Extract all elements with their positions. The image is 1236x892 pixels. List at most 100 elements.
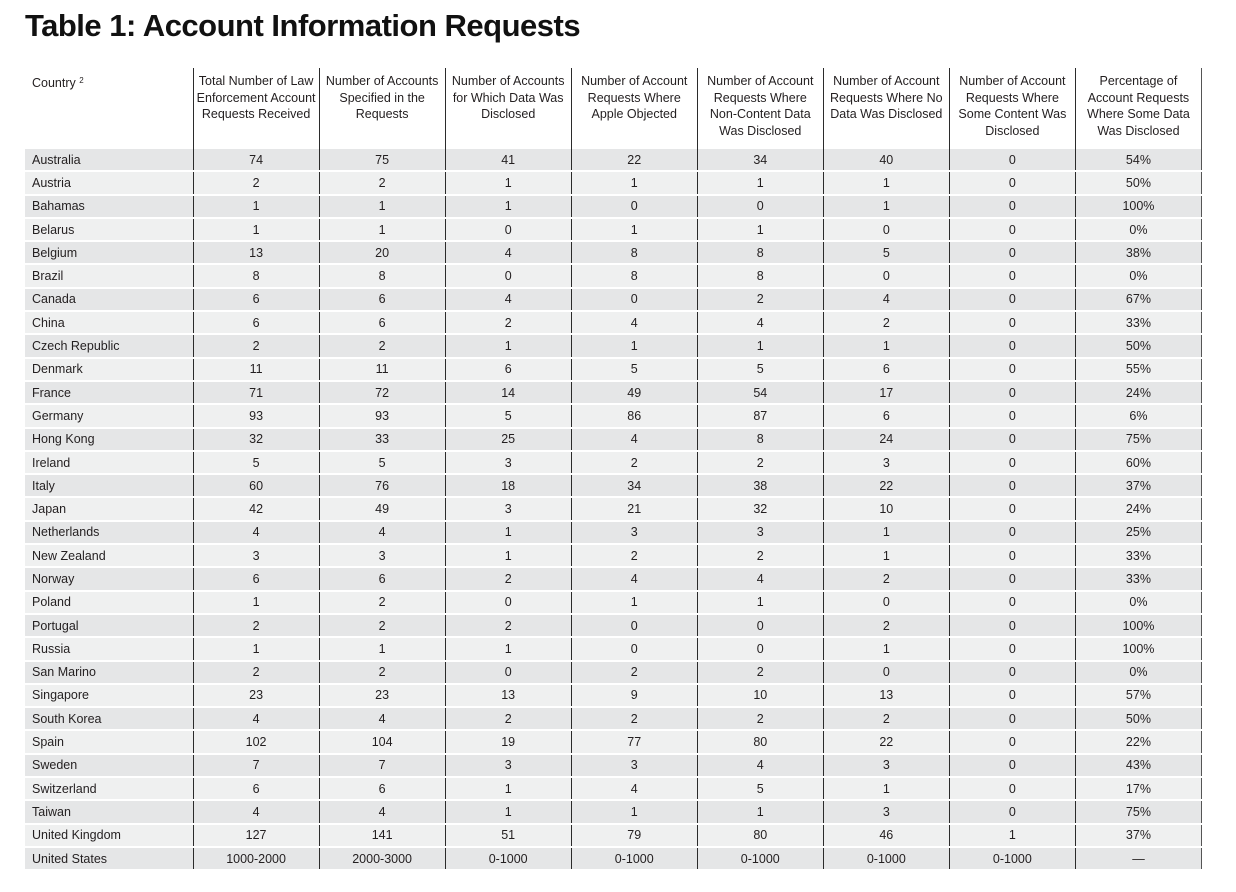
cell-some-content-disclosed: 0 [948, 660, 1076, 685]
cell-percentage-disclosed: 0% [1074, 590, 1203, 615]
cell-accounts-disclosed: 51 [444, 823, 572, 848]
cell-percentage-disclosed: 24% [1074, 380, 1203, 406]
cell-accounts-specified: 20 [318, 241, 446, 266]
cell-some-content-disclosed: 0 [948, 730, 1076, 755]
table-row: Taiwan 4 4 1 1 1 3 0 75% [25, 800, 1203, 825]
cell-accounts-disclosed: 4 [444, 241, 572, 266]
table-row: Spain 102 104 19 77 80 22 0 22% [25, 730, 1203, 755]
cell-no-data-disclosed: 1 [822, 777, 950, 802]
cell-total-requests: 4 [192, 520, 320, 546]
column-header-label: Country [32, 76, 76, 90]
cell-percentage-disclosed: 33% [1074, 544, 1203, 569]
cell-some-content-disclosed: 0 [948, 777, 1076, 802]
cell-accounts-specified: 104 [318, 730, 446, 755]
cell-no-data-disclosed: 3 [822, 800, 950, 825]
cell-total-requests: 5 [192, 450, 320, 476]
cell-total-requests: 2 [192, 660, 320, 685]
cell-some-content-disclosed: 0 [948, 334, 1076, 359]
cell-percentage-disclosed: 24% [1074, 497, 1203, 522]
cell-non-content-disclosed: 5 [696, 777, 824, 802]
cell-accounts-specified: 75 [318, 149, 446, 173]
cell-accounts-disclosed: 2 [444, 567, 572, 592]
cell-non-content-disclosed: 32 [696, 497, 824, 522]
cell-no-data-disclosed: 0 [822, 590, 950, 615]
header-row: Country 2 Total Number of Law Enforcemen… [25, 68, 1203, 149]
cell-accounts-disclosed: 0-1000 [444, 846, 572, 872]
cell-accounts-disclosed: 25 [444, 427, 572, 452]
table-row: Netherlands 4 4 1 3 3 1 0 25% [25, 520, 1203, 546]
cell-country: Poland [25, 590, 194, 615]
cell-country: Bahamas [25, 194, 194, 219]
cell-some-content-disclosed: 0 [948, 567, 1076, 592]
cell-accounts-disclosed: 14 [444, 380, 572, 406]
cell-accounts-disclosed: 5 [444, 404, 572, 429]
cell-percentage-disclosed: 100% [1074, 637, 1203, 662]
cell-non-content-disclosed: 8 [696, 264, 824, 289]
cell-total-requests: 4 [192, 800, 320, 825]
cell-apple-objected: 79 [570, 823, 698, 848]
cell-no-data-disclosed: 4 [822, 287, 950, 313]
table-row: France 71 72 14 49 54 17 0 24% [25, 380, 1203, 406]
table-row: Ireland 5 5 3 2 2 3 0 60% [25, 450, 1203, 476]
cell-apple-objected: 77 [570, 730, 698, 755]
cell-accounts-disclosed: 19 [444, 730, 572, 755]
cell-some-content-disclosed: 0 [948, 287, 1076, 313]
cell-accounts-disclosed: 3 [444, 497, 572, 522]
cell-total-requests: 127 [192, 823, 320, 848]
cell-percentage-disclosed: 100% [1074, 613, 1203, 639]
cell-country: Norway [25, 567, 194, 592]
cell-percentage-disclosed: 0% [1074, 217, 1203, 243]
cell-non-content-disclosed: 2 [696, 450, 824, 476]
cell-total-requests: 3 [192, 544, 320, 569]
cell-percentage-disclosed: 50% [1074, 171, 1203, 196]
cell-accounts-disclosed: 18 [444, 474, 572, 499]
cell-some-content-disclosed: 0 [948, 544, 1076, 569]
cell-country: United Kingdom [25, 823, 194, 848]
cell-total-requests: 60 [192, 474, 320, 499]
cell-some-content-disclosed: 0 [948, 683, 1076, 709]
cell-some-content-disclosed: 0 [948, 217, 1076, 243]
column-header-percentage-disclosed: Percentage of Account Requests Where Som… [1074, 68, 1203, 149]
cell-apple-objected: 1 [570, 217, 698, 243]
cell-country: Czech Republic [25, 334, 194, 359]
cell-total-requests: 23 [192, 683, 320, 709]
cell-percentage-disclosed: 75% [1074, 427, 1203, 452]
cell-accounts-specified: 6 [318, 287, 446, 313]
cell-no-data-disclosed: 2 [822, 613, 950, 639]
cell-accounts-specified: 6 [318, 311, 446, 336]
column-header-total-requests: Total Number of Law Enforcement Account … [192, 68, 320, 149]
cell-some-content-disclosed: 0 [948, 427, 1076, 452]
cell-total-requests: 74 [192, 149, 320, 173]
cell-some-content-disclosed: 0 [948, 520, 1076, 546]
cell-no-data-disclosed: 6 [822, 357, 950, 382]
cell-no-data-disclosed: 2 [822, 311, 950, 336]
cell-accounts-disclosed: 2 [444, 613, 572, 639]
cell-percentage-disclosed: 33% [1074, 567, 1203, 592]
cell-percentage-disclosed: 50% [1074, 707, 1203, 732]
cell-country: Switzerland [25, 777, 194, 802]
cell-accounts-disclosed: 2 [444, 707, 572, 732]
cell-country: New Zealand [25, 544, 194, 569]
cell-apple-objected: 1 [570, 800, 698, 825]
cell-percentage-disclosed: 54% [1074, 149, 1203, 173]
cell-non-content-disclosed: 1 [696, 334, 824, 359]
cell-apple-objected: 4 [570, 311, 698, 336]
cell-total-requests: 2 [192, 613, 320, 639]
cell-apple-objected: 22 [570, 149, 698, 173]
cell-some-content-disclosed: 0 [948, 590, 1076, 615]
cell-no-data-disclosed: 1 [822, 520, 950, 546]
cell-total-requests: 6 [192, 287, 320, 313]
cell-accounts-specified: 5 [318, 450, 446, 476]
cell-some-content-disclosed: 0 [948, 450, 1076, 476]
cell-accounts-specified: 2 [318, 613, 446, 639]
cell-apple-objected: 2 [570, 544, 698, 569]
cell-country: Netherlands [25, 520, 194, 546]
cell-some-content-disclosed: 0 [948, 497, 1076, 522]
cell-apple-objected: 21 [570, 497, 698, 522]
cell-percentage-disclosed: 0% [1074, 660, 1203, 685]
cell-country: Taiwan [25, 800, 194, 825]
table-row: Australia 74 75 41 22 34 40 0 54% [25, 149, 1203, 173]
cell-no-data-disclosed: 13 [822, 683, 950, 709]
cell-accounts-specified: 1 [318, 194, 446, 219]
table-row: Canada 6 6 4 0 2 4 0 67% [25, 287, 1203, 313]
